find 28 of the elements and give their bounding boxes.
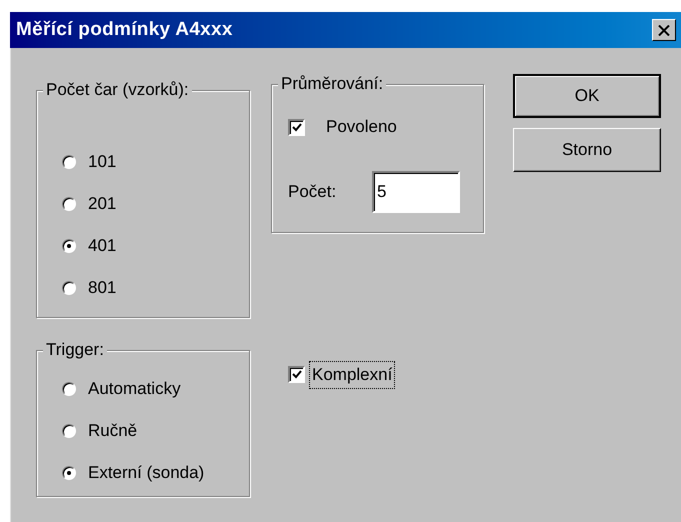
radio-button[interactable] (62, 155, 76, 169)
field-label: Počet: (288, 181, 338, 204)
option-label: Automaticky (88, 378, 181, 400)
option-label: Ručně (88, 420, 138, 442)
check-icon (292, 122, 302, 132)
close-icon (658, 24, 670, 36)
dialog-button[interactable]: OK (513, 74, 661, 118)
option-label: 201 (88, 193, 116, 216)
option-label: 801 (88, 277, 116, 300)
radio-button[interactable] (62, 197, 76, 211)
group-label: Počet čar (vzorků): (43, 79, 192, 101)
option-label: 401 (88, 235, 116, 258)
radio-button[interactable] (62, 382, 76, 396)
window-title: Měřící podmínky A4xxx (16, 18, 233, 42)
close-button[interactable] (652, 19, 676, 41)
option-label: 101 (88, 151, 116, 174)
checkbox[interactable] (288, 366, 305, 384)
radio-button[interactable] (62, 466, 76, 480)
radio-button[interactable] (62, 281, 76, 295)
dialog-button[interactable]: Storno (513, 128, 661, 172)
radio-button[interactable] (62, 424, 76, 438)
count-input[interactable]: 5 (372, 171, 460, 213)
checkbox[interactable] (288, 118, 305, 136)
checkbox-label: Komplexní (309, 361, 396, 388)
radio-button[interactable] (62, 239, 76, 253)
check-icon (292, 370, 302, 380)
option-label: Externí (sonda) (88, 462, 204, 484)
checkbox-label: Povoleno (326, 116, 397, 138)
